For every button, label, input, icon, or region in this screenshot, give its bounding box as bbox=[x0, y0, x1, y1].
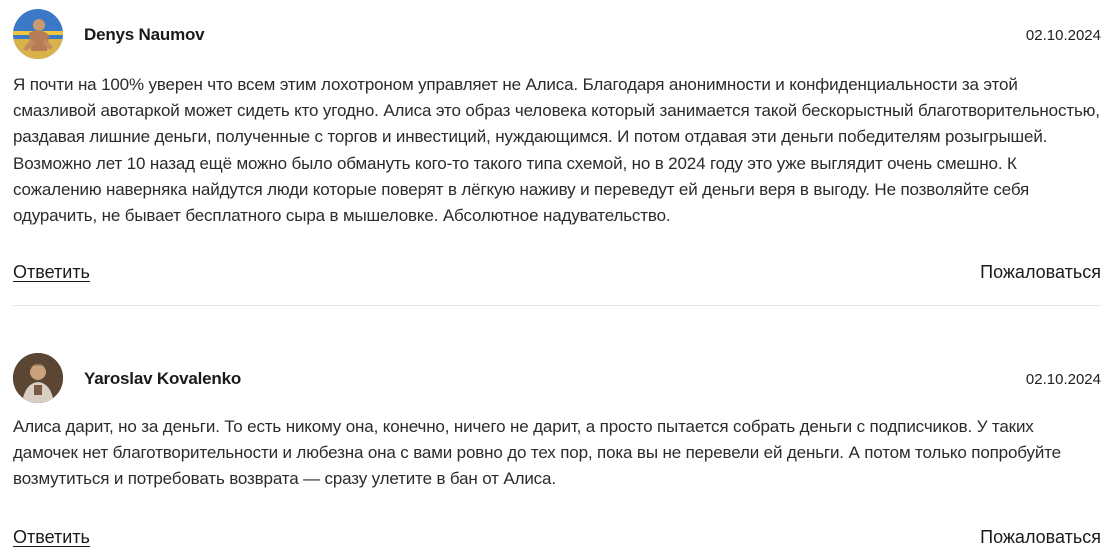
reply-link[interactable]: Ответить bbox=[13, 262, 90, 283]
comment-header: Yaroslav Kovalenko 02.10.2024 bbox=[13, 350, 1101, 404]
avatar bbox=[13, 9, 63, 59]
comment-text: Я почти на 100% уверен что всем этим лох… bbox=[13, 75, 1100, 226]
avatar bbox=[13, 353, 63, 403]
comment-header: Denys Naumov 02.10.2024 bbox=[13, 6, 1101, 60]
comment-actions: Ответить Пожаловаться bbox=[13, 262, 1101, 286]
comment-item: Yaroslav Kovalenko 02.10.2024 Алиса дари… bbox=[13, 350, 1101, 547]
report-link[interactable]: Пожаловаться bbox=[980, 262, 1101, 283]
comment-actions: Ответить Пожаловаться bbox=[13, 527, 1101, 551]
author-name: Denys Naumov bbox=[84, 25, 205, 44]
comment-date: 02.10.2024 bbox=[1025, 27, 1101, 44]
comment-item: Denys Naumov 02.10.2024 Я почти на 100% … bbox=[13, 6, 1101, 282]
author-name: Yaroslav Kovalenko bbox=[84, 369, 242, 388]
reply-link[interactable]: Ответить bbox=[13, 527, 90, 548]
comment-divider bbox=[13, 305, 1101, 306]
comment-text: Алиса дарит, но за деньги. То есть ником… bbox=[13, 417, 1061, 489]
comment-date: 02.10.2024 bbox=[1025, 371, 1101, 388]
report-link[interactable]: Пожаловаться bbox=[980, 527, 1101, 548]
